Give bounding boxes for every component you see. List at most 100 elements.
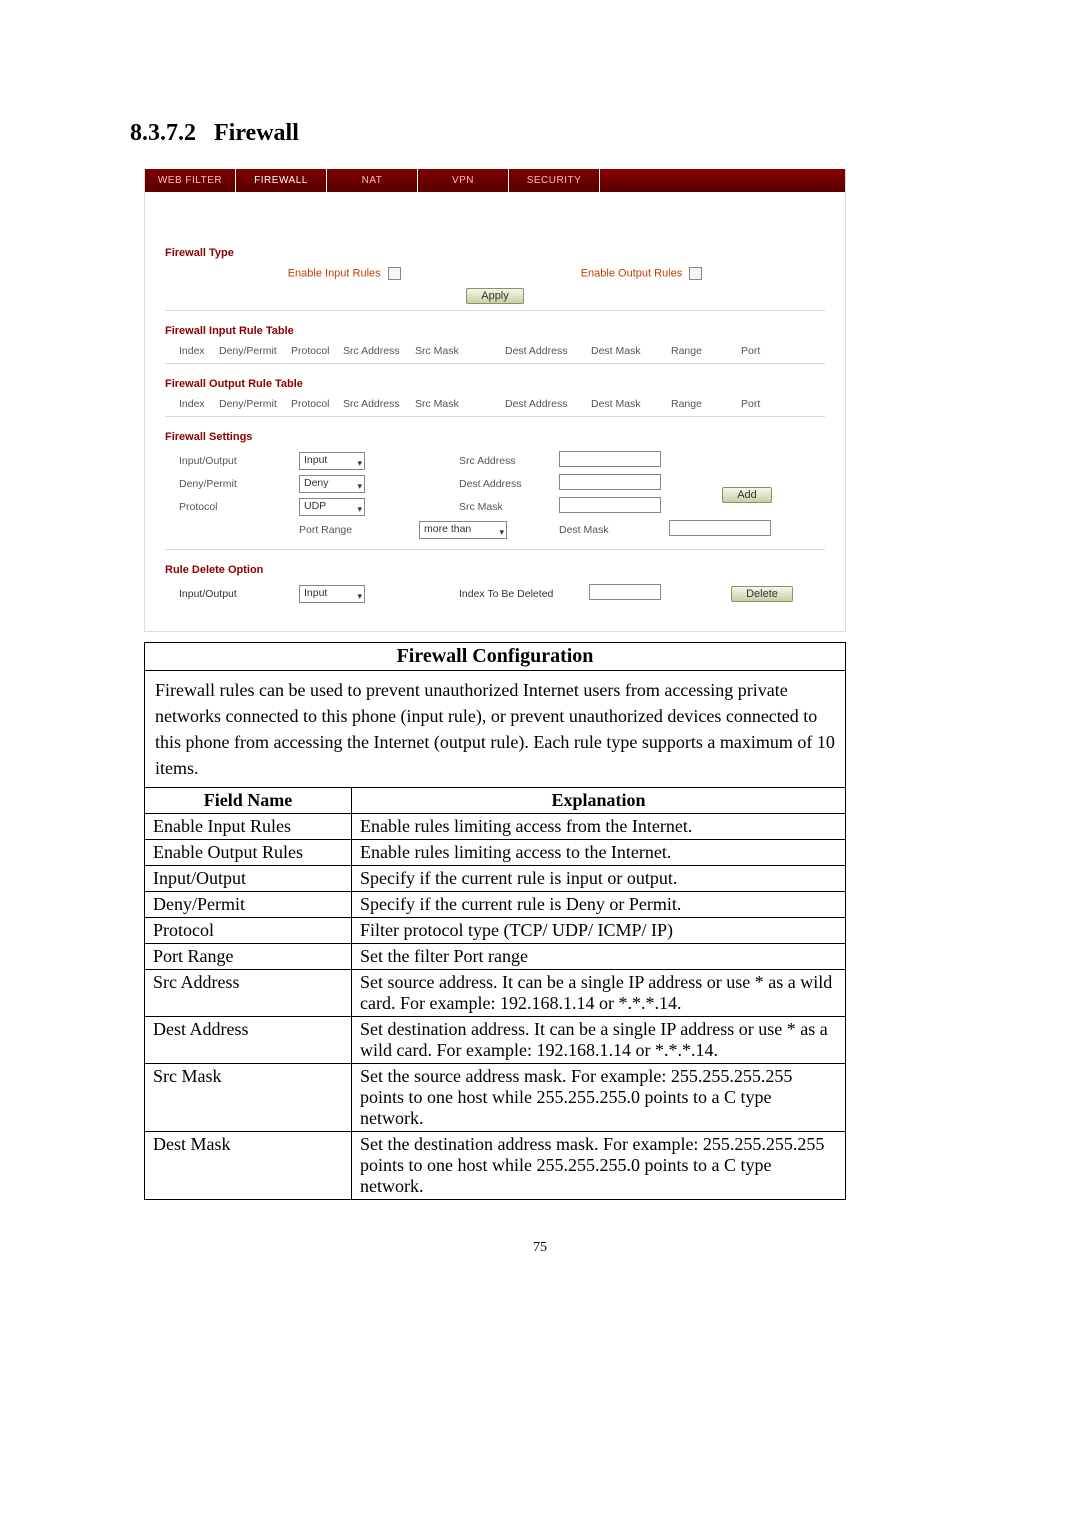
chevron-down-icon: ▾ (357, 502, 362, 516)
output-rule-table-header: Index Deny/Permit Protocol Src Address S… (179, 398, 825, 410)
firewall-config-table: Firewall Configuration Firewall rules ca… (144, 642, 846, 1200)
table-row: Dest MaskSet the destination address mas… (145, 1132, 845, 1200)
table-row: Port RangeSet the filter Port range (145, 944, 845, 970)
tab-bar: WEB FILTER FIREWALL NAT VPN SECURITY (145, 169, 845, 193)
enable-input-rules-checkbox[interactable] (388, 267, 401, 280)
firewall-type-heading: Firewall Type (165, 247, 825, 259)
col-index: Index (179, 345, 219, 357)
enable-output-rules-checkbox[interactable] (689, 267, 702, 280)
chevron-down-icon: ▾ (499, 525, 504, 539)
section-heading: 8.3.7.2 Firewall (130, 120, 950, 147)
proto-select[interactable]: UDP▾ (299, 498, 365, 516)
cfg-field: Dest Mask (145, 1132, 352, 1200)
col-port: Port (741, 345, 781, 357)
table-row: Enable Input RulesEnable rules limiting … (145, 814, 845, 840)
cfg-field: Port Range (145, 944, 352, 970)
dest-address-input[interactable] (559, 474, 661, 490)
cfg-expl: Set source address. It can be a single I… (352, 970, 846, 1017)
tab-nat[interactable]: NAT (327, 169, 418, 193)
cfg-expl: Specify if the current rule is Deny or P… (352, 892, 846, 918)
chevron-down-icon: ▾ (357, 479, 362, 493)
delete-index-label: Index To Be Deleted (459, 588, 589, 600)
col-dest-mask: Dest Mask (591, 345, 671, 357)
col-protocol: Protocol (291, 398, 343, 410)
chevron-down-icon: ▾ (357, 589, 362, 603)
cfg-expl: Filter protocol type (TCP/ UDP/ ICMP/ IP… (352, 918, 846, 944)
tab-web-filter[interactable]: WEB FILTER (145, 169, 236, 193)
cfg-expl: Set destination address. It can be a sin… (352, 1017, 846, 1064)
table-row: Enable Output RulesEnable rules limiting… (145, 840, 845, 866)
apply-button[interactable]: Apply (466, 288, 524, 304)
firewall-settings-form: Input/Output Input▾ Src Address Deny/Per… (179, 451, 825, 543)
delete-io-select[interactable]: Input▾ (299, 585, 365, 603)
delete-index-input[interactable] (589, 584, 661, 600)
col-range: Range (671, 345, 741, 357)
table-row: ProtocolFilter protocol type (TCP/ UDP/ … (145, 918, 845, 944)
col-deny-permit: Deny/Permit (219, 398, 291, 410)
col-dest-address: Dest Address (505, 345, 591, 357)
dest-address-label: Dest Address (459, 478, 559, 490)
cfg-field: Protocol (145, 918, 352, 944)
rule-delete-heading: Rule Delete Option (165, 564, 825, 576)
cfg-field: Src Address (145, 970, 352, 1017)
firewall-screenshot: WEB FILTER FIREWALL NAT VPN SECURITY Fir… (144, 169, 846, 632)
io-label: Input/Output (179, 455, 299, 467)
proto-label: Protocol (179, 501, 299, 513)
cfg-field: Dest Address (145, 1017, 352, 1064)
section-title: Firewall (214, 120, 299, 146)
input-rule-table-header: Index Deny/Permit Protocol Src Address S… (179, 345, 825, 357)
port-range-select[interactable]: more than▾ (419, 521, 507, 539)
col-dest-address: Dest Address (505, 398, 591, 410)
cfg-field: Src Mask (145, 1064, 352, 1132)
cfg-title: Firewall Configuration (145, 643, 845, 671)
col-dest-mask: Dest Mask (591, 398, 671, 410)
cfg-field: Input/Output (145, 866, 352, 892)
port-range-label: Port Range (299, 524, 419, 536)
src-mask-input[interactable] (559, 497, 661, 513)
col-src-mask: Src Mask (415, 398, 505, 410)
cfg-field: Deny/Permit (145, 892, 352, 918)
firewall-settings-heading: Firewall Settings (165, 431, 825, 443)
cfg-field: Enable Output Rules (145, 840, 352, 866)
table-row: Deny/PermitSpecify if the current rule i… (145, 892, 845, 918)
tab-vpn[interactable]: VPN (418, 169, 509, 193)
table-row: Dest AddressSet destination address. It … (145, 1017, 845, 1064)
cfg-expl: Set the source address mask. For example… (352, 1064, 846, 1132)
col-index: Index (179, 398, 219, 410)
tab-security[interactable]: SECURITY (509, 169, 600, 193)
cfg-expl: Set the destination address mask. For ex… (352, 1132, 846, 1200)
src-address-input[interactable] (559, 451, 661, 467)
table-row: Src MaskSet the source address mask. For… (145, 1064, 845, 1132)
delete-button[interactable]: Delete (731, 586, 793, 602)
cfg-expl: Enable rules limiting access from the In… (352, 814, 846, 840)
col-range: Range (671, 398, 741, 410)
output-rule-heading: Firewall Output Rule Table (165, 378, 825, 390)
rule-delete-form: Input/Output Input▾ Index To Be Deleted … (179, 584, 825, 603)
cfg-hd-expl: Explanation (352, 788, 846, 814)
col-deny-permit: Deny/Permit (219, 345, 291, 357)
dest-mask-label: Dest Mask (559, 524, 669, 536)
io-select[interactable]: Input▾ (299, 452, 365, 470)
cfg-expl: Enable rules limiting access to the Inte… (352, 840, 846, 866)
dp-label: Deny/Permit (179, 478, 299, 490)
chevron-down-icon: ▾ (357, 456, 362, 470)
tab-firewall[interactable]: FIREWALL (236, 169, 327, 193)
cfg-description: Firewall rules can be used to prevent un… (145, 671, 845, 787)
enable-output-rules-label: Enable Output Rules (581, 267, 683, 279)
src-mask-label: Src Mask (459, 501, 559, 513)
cfg-hd-field: Field Name (145, 788, 352, 814)
cfg-expl: Specify if the current rule is input or … (352, 866, 846, 892)
col-src-address: Src Address (343, 345, 415, 357)
page-number: 75 (130, 1240, 950, 1256)
input-rule-heading: Firewall Input Rule Table (165, 325, 825, 337)
delete-io-label: Input/Output (179, 588, 299, 600)
col-src-mask: Src Mask (415, 345, 505, 357)
col-src-address: Src Address (343, 398, 415, 410)
add-button[interactable]: Add (722, 487, 772, 503)
cfg-expl: Set the filter Port range (352, 944, 846, 970)
cfg-field: Enable Input Rules (145, 814, 352, 840)
enable-input-rules-label: Enable Input Rules (288, 267, 381, 279)
section-number: 8.3.7.2 (130, 120, 196, 146)
dp-select[interactable]: Deny▾ (299, 475, 365, 493)
dest-mask-input[interactable] (669, 520, 771, 536)
